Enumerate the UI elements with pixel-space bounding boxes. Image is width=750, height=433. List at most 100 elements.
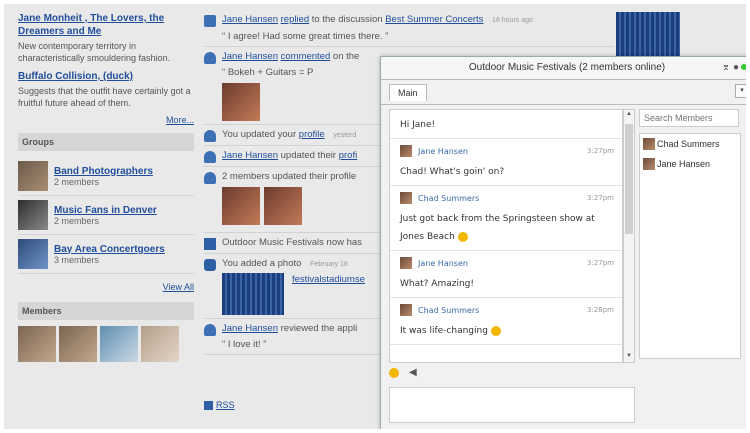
rss-label[interactable]: RSS	[216, 400, 235, 410]
chat-tabs: Main ▾	[381, 80, 746, 105]
chat-title-bar: Outdoor Music Festivals (2 members onlin…	[381, 57, 746, 80]
chat-message: Chad Summers 3:28pm It was life-changing	[390, 298, 622, 345]
sender-avatar	[400, 192, 412, 204]
group-item[interactable]: Bay Area Concertgoers 3 members	[18, 235, 194, 274]
member-list-item[interactable]: Jane Hansen	[640, 154, 740, 174]
tab-main[interactable]: Main	[389, 84, 427, 101]
quote-text: I love it!	[227, 339, 261, 350]
discussion-link[interactable]: Best Summer Concerts	[385, 14, 483, 25]
search-members-input[interactable]	[639, 109, 739, 127]
stadium-thumbnail[interactable]	[616, 12, 680, 56]
message-text: Chad! What's goin' on?	[400, 167, 505, 177]
chat-message: Jane Hansen 3:27pm Chad! What's goin' on?	[390, 139, 622, 186]
sender-name[interactable]: Jane Hansen	[418, 259, 468, 268]
group-name-link[interactable]: Bay Area Concertgoers	[54, 244, 165, 255]
profile-link[interactable]: profi	[339, 150, 357, 161]
online-indicator	[741, 64, 746, 70]
stadium-photo[interactable]	[222, 273, 284, 315]
rss-link[interactable]: RSS	[204, 400, 235, 411]
message-scrollbar[interactable]: ▲ ▼	[623, 109, 635, 363]
emoji-picker-icon[interactable]	[389, 367, 399, 378]
group-name-link[interactable]: Band Photographers	[54, 166, 153, 177]
timestamp: February 18	[310, 261, 348, 268]
members-header: Members	[18, 302, 194, 320]
more-link[interactable]: More...	[18, 115, 194, 125]
member-avatar	[643, 158, 655, 170]
page-background: Jane Monheit , The Lovers, the Dreamers …	[4, 4, 746, 429]
profile-icon	[204, 151, 216, 163]
chat-window: Outdoor Music Festivals (2 members onlin…	[380, 56, 746, 429]
feature-title-link[interactable]: Jane Monheit , The Lovers, the Dreamers …	[18, 12, 194, 38]
member-photo[interactable]	[264, 187, 302, 225]
feed-text: Outdoor Music Festivals now has	[222, 237, 362, 248]
chat-message: Hi Jane!	[390, 116, 622, 139]
left-sidebar: Jane Monheit , The Lovers, the Dreamers …	[18, 12, 194, 362]
member-list-item[interactable]: Chad Summers	[640, 134, 740, 154]
user-link[interactable]: Jane Hansen	[222, 323, 278, 334]
feed-text: updated their	[277, 150, 339, 161]
photo-thumbnail[interactable]	[222, 83, 260, 121]
feed-item: Jane Hansen replied to the discussion Be…	[204, 10, 614, 47]
groups-header: Groups	[18, 133, 194, 151]
member-avatar[interactable]	[59, 326, 97, 362]
feed-text: 2 members updated their profile	[222, 171, 357, 182]
message-time: 3:27pm	[587, 147, 614, 155]
status-icon[interactable]: ●	[733, 62, 739, 73]
sound-icon[interactable]: ◀	[409, 367, 417, 378]
group-name-link[interactable]: Music Fans in Denver	[54, 205, 157, 216]
member-list: Chad Summers Jane Hansen	[639, 133, 741, 359]
user-icon	[204, 52, 216, 64]
member-name: Chad Summers	[657, 139, 720, 149]
chat-message: Jane Hansen 3:27pm What? Amazing!	[390, 251, 622, 298]
profile-link[interactable]: profile	[299, 129, 325, 140]
message-time: 3:28pm	[587, 306, 614, 314]
view-all-link[interactable]: View All	[18, 282, 194, 292]
member-avatar[interactable]	[100, 326, 138, 362]
member-name: Jane Hansen	[657, 159, 711, 169]
chat-message: Chad Summers 3:27pm Just got back from th…	[390, 186, 622, 251]
sender-name[interactable]: Jane Hansen	[418, 147, 468, 156]
message-text: Hi Jane!	[400, 120, 436, 130]
member-avatar[interactable]	[141, 326, 179, 362]
user-link[interactable]: Jane Hansen	[222, 51, 278, 62]
quote-text: Bokeh + Guitars = P	[227, 67, 314, 78]
scroll-down-icon[interactable]: ▼	[625, 353, 633, 361]
sender-name[interactable]: Chad Summers	[418, 306, 479, 315]
message-time: 3:27pm	[587, 194, 614, 202]
quote-text: I agree! Had some great times there.	[227, 31, 383, 42]
user-link[interactable]: Jane Hansen	[222, 150, 278, 161]
action-link[interactable]: commented	[281, 51, 331, 62]
group-member-count: 2 members	[54, 176, 100, 187]
scroll-thumb[interactable]	[625, 124, 633, 234]
group-member-count: 2 members	[54, 215, 100, 226]
action-link[interactable]: replied	[281, 14, 310, 25]
tab-menu-button[interactable]: ▾	[735, 84, 746, 98]
group-thumbnail	[18, 239, 48, 269]
review-icon	[204, 324, 216, 336]
message-input[interactable]	[389, 387, 635, 423]
group-thumbnail	[18, 200, 48, 230]
message-list: Hi Jane! Jane Hansen 3:27pm Chad! What's …	[389, 109, 623, 363]
minimize-icon[interactable]: ⌆	[722, 62, 730, 73]
chat-title: Outdoor Music Festivals (2 members onlin…	[468, 62, 666, 73]
event-icon	[204, 238, 216, 250]
member-panel: Chad Summers Jane Hansen	[639, 109, 745, 361]
feature-description: Suggests that the outfit have certainly …	[18, 86, 191, 108]
group-item[interactable]: Band Photographers 2 members	[18, 157, 194, 196]
member-avatar[interactable]	[18, 326, 56, 362]
member-photo[interactable]	[222, 187, 260, 225]
cool-emoji-icon	[490, 325, 501, 336]
feed-text: on the	[330, 51, 360, 62]
scroll-up-icon[interactable]: ▲	[625, 111, 633, 119]
profile-icon	[204, 172, 216, 184]
group-member-count: 3 members	[54, 254, 100, 265]
user-link[interactable]: Jane Hansen	[222, 14, 278, 25]
message-text: What? Amazing!	[400, 279, 474, 289]
feed-text: reviewed the appli	[277, 323, 358, 334]
chat-controls: ⌆ ●	[722, 57, 746, 79]
feature-title-link[interactable]: Buffalo Collision, (duck)	[18, 70, 194, 83]
profile-icon	[204, 130, 216, 142]
sender-name[interactable]: Chad Summers	[418, 194, 479, 203]
photo-link[interactable]: festivalstadiumse	[292, 273, 365, 315]
group-item[interactable]: Music Fans in Denver 2 members	[18, 196, 194, 235]
